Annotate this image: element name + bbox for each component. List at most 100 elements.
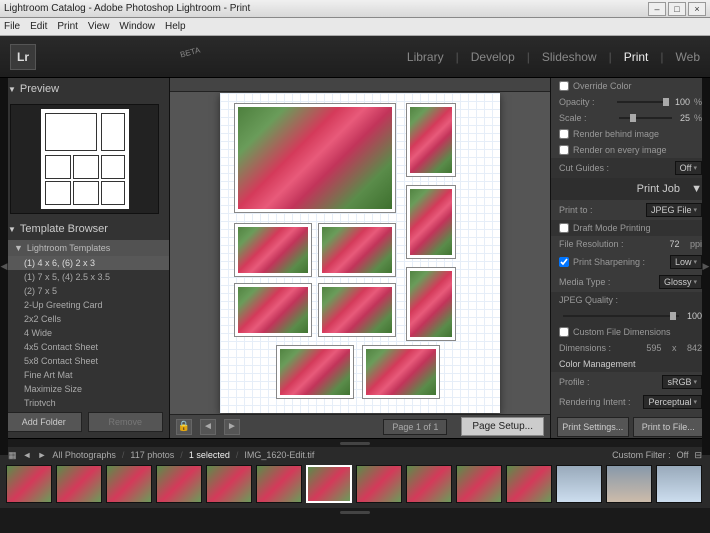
- bottom-handle[interactable]: [0, 508, 710, 516]
- cut-guides-dropdown[interactable]: Off▾: [675, 161, 702, 175]
- nav-fwd-icon[interactable]: ►: [37, 450, 46, 460]
- filmstrip-handle[interactable]: [0, 439, 710, 447]
- triangle-down-icon: ▼: [8, 225, 16, 234]
- custom-dim-checkbox[interactable]: [559, 327, 569, 337]
- center-toolbar: 🔒 ◄ ► Page 1 of 1 Page Setup...: [170, 414, 550, 438]
- dim-width[interactable]: 595: [646, 343, 661, 353]
- photo-cell[interactable]: [406, 103, 456, 177]
- print-to-file-button[interactable]: Print to File...: [633, 417, 705, 437]
- print-job-header[interactable]: Print Job ▼: [551, 178, 710, 200]
- thumbnail[interactable]: [156, 465, 202, 503]
- template-item[interactable]: (1) 4 x 6, (6) 2 x 3: [0, 256, 169, 270]
- scale-label: Scale :: [559, 113, 611, 123]
- preview-header[interactable]: ▼ Preview: [0, 78, 169, 100]
- photo-cell[interactable]: [406, 267, 456, 341]
- right-edge-toggle[interactable]: ▶: [702, 78, 710, 455]
- module-develop[interactable]: Develop: [471, 50, 515, 64]
- module-slideshow[interactable]: Slideshow: [542, 50, 597, 64]
- minimize-button[interactable]: –: [648, 2, 666, 16]
- thumbnail[interactable]: [6, 465, 52, 503]
- thumbnail[interactable]: [356, 465, 402, 503]
- breadcrumb-source[interactable]: All Photographs: [52, 450, 116, 460]
- maximize-button[interactable]: □: [668, 2, 686, 16]
- intent-label: Rendering Intent :: [559, 397, 639, 407]
- photo-cell[interactable]: [318, 283, 396, 337]
- thumbnail[interactable]: [406, 465, 452, 503]
- canvas-viewport[interactable]: [170, 92, 550, 414]
- dimensions-label: Dimensions :: [559, 343, 642, 353]
- thumbnail[interactable]: [656, 465, 702, 503]
- photo-cell[interactable]: [362, 345, 440, 399]
- opacity-slider[interactable]: [617, 101, 667, 103]
- template-browser-header[interactable]: ▼ Template Browser: [0, 218, 169, 240]
- left-edge-toggle[interactable]: ◀: [0, 78, 8, 455]
- sharpening-checkbox[interactable]: [559, 257, 569, 267]
- thumbnail[interactable]: [456, 465, 502, 503]
- file-res-value[interactable]: 72: [669, 239, 679, 249]
- photo-count: 117 photos: [130, 450, 174, 460]
- photo-cell[interactable]: [318, 223, 396, 277]
- intent-dropdown[interactable]: Perceptual▾: [643, 395, 702, 409]
- print-page[interactable]: [220, 93, 500, 413]
- template-item[interactable]: Fine Art Mat: [0, 368, 169, 382]
- override-color-checkbox[interactable]: [559, 81, 569, 91]
- next-page-button[interactable]: ►: [224, 419, 240, 435]
- thumbnail[interactable]: [556, 465, 602, 503]
- scale-slider[interactable]: [619, 117, 671, 119]
- template-item[interactable]: 2x2 Cells: [0, 312, 169, 326]
- sharpening-dropdown[interactable]: Low▾: [670, 255, 702, 269]
- template-item[interactable]: Maximize Size: [0, 382, 169, 396]
- nav-back-icon[interactable]: ◄: [23, 450, 32, 460]
- template-item[interactable]: 2-Up Greeting Card: [0, 298, 169, 312]
- template-item[interactable]: 5x8 Contact Sheet: [0, 354, 169, 368]
- module-library[interactable]: Library: [407, 50, 444, 64]
- grid-icon[interactable]: ▦: [8, 450, 17, 461]
- render-behind-checkbox[interactable]: [559, 129, 569, 139]
- jpeg-quality-slider[interactable]: [563, 315, 679, 317]
- render-every-checkbox[interactable]: [559, 145, 569, 155]
- thumbnail[interactable]: [206, 465, 252, 503]
- thumbnail[interactable]: [56, 465, 102, 503]
- profile-dropdown[interactable]: sRGB▾: [662, 375, 702, 389]
- add-folder-button[interactable]: Add Folder: [6, 412, 82, 432]
- remove-button[interactable]: Remove: [88, 412, 164, 432]
- template-item[interactable]: (2) 7 x 5: [0, 284, 169, 298]
- media-type-dropdown[interactable]: Glossy▾: [659, 275, 702, 289]
- custom-filter-value[interactable]: Off: [677, 450, 689, 460]
- dim-height[interactable]: 842: [687, 343, 702, 353]
- module-print[interactable]: Print: [624, 50, 649, 64]
- photo-cell[interactable]: [234, 283, 312, 337]
- logo-icon: Lr: [10, 44, 36, 70]
- print-settings-button[interactable]: Print Settings...: [557, 417, 629, 437]
- template-item[interactable]: (1) 7 x 5, (4) 2.5 x 3.5: [0, 270, 169, 284]
- cut-guides-label: Cut Guides :: [559, 163, 671, 173]
- thumbnail[interactable]: [606, 465, 652, 503]
- draft-mode-label: Draft Mode Printing: [573, 223, 651, 233]
- module-web[interactable]: Web: [676, 50, 700, 64]
- template-browser: ▼Lightroom Templates (1) 4 x 6, (6) 2 x …: [0, 240, 169, 406]
- filmstrip-thumbs[interactable]: [0, 463, 710, 508]
- filter-lock-icon[interactable]: ⊟: [694, 450, 702, 461]
- page-setup-button[interactable]: Page Setup...: [461, 417, 544, 436]
- photo-cell[interactable]: [406, 185, 456, 259]
- template-item[interactable]: 4x5 Contact Sheet: [0, 340, 169, 354]
- lock-icon[interactable]: 🔒: [176, 419, 192, 435]
- menu-file[interactable]: File: [4, 21, 20, 32]
- render-behind-label: Render behind image: [573, 129, 659, 139]
- thumbnail-selected[interactable]: [306, 465, 352, 503]
- print-to-dropdown[interactable]: JPEG File▾: [646, 203, 702, 217]
- photo-cell[interactable]: [234, 103, 396, 213]
- thumbnail[interactable]: [256, 465, 302, 503]
- template-item[interactable]: 4 Wide: [0, 326, 169, 340]
- template-group-lightroom[interactable]: ▼Lightroom Templates: [0, 240, 169, 256]
- prev-page-button[interactable]: ◄: [200, 419, 216, 435]
- thumbnail[interactable]: [506, 465, 552, 503]
- template-item[interactable]: Triptych: [0, 396, 169, 406]
- jpeg-quality-label: JPEG Quality :: [559, 295, 702, 305]
- photo-cell[interactable]: [234, 223, 312, 277]
- close-button[interactable]: ×: [688, 2, 706, 16]
- file-res-label: File Resolution :: [559, 239, 665, 249]
- draft-mode-checkbox[interactable]: [559, 223, 569, 233]
- thumbnail[interactable]: [106, 465, 152, 503]
- photo-cell[interactable]: [276, 345, 354, 399]
